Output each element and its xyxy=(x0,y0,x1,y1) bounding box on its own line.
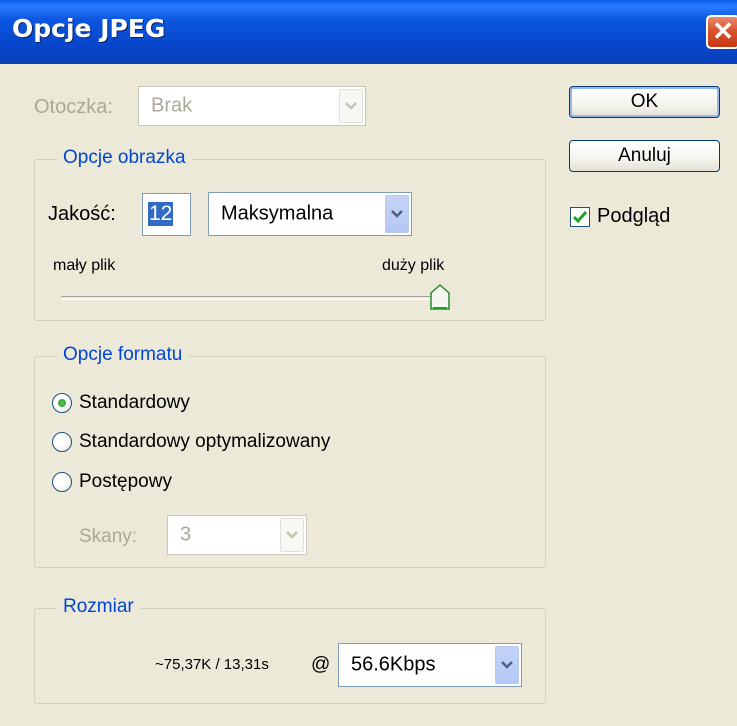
scans-label: Skany: xyxy=(79,526,138,547)
chevron-down-icon xyxy=(495,646,519,684)
image-options-title: Opcje obrazka xyxy=(57,147,192,169)
size-estimate: ~75,37K / 13,31s xyxy=(155,656,269,673)
quality-slider-track[interactable] xyxy=(61,296,446,300)
quality-label: Jakość: xyxy=(48,203,116,225)
matte-select[interactable]: Brak xyxy=(138,86,366,126)
matte-value: Brak xyxy=(151,94,193,117)
small-file-label: mały plik xyxy=(53,257,116,274)
chevron-down-icon xyxy=(385,195,409,233)
connection-speed-value: 56.6Kbps xyxy=(351,653,436,676)
close-button[interactable]: ✕ xyxy=(706,15,737,49)
chevron-down-icon xyxy=(280,518,304,552)
preview-checkbox[interactable] xyxy=(570,207,590,227)
radio-progressive[interactable] xyxy=(52,472,72,492)
size-title: Rozmiar xyxy=(57,596,140,618)
radio-standard[interactable] xyxy=(52,393,72,413)
connection-speed-select[interactable]: 56.6Kbps xyxy=(338,643,522,687)
radio-selected-dot xyxy=(58,399,66,407)
quality-slider-thumb[interactable] xyxy=(429,284,451,310)
radio-standard-label: Standardowy xyxy=(79,392,190,413)
title-bar[interactable]: Opcje JPEG ✕ xyxy=(0,0,737,64)
scans-select[interactable]: 3 xyxy=(167,515,307,555)
preview-label: Podgląd xyxy=(597,205,671,227)
matte-label: Otoczka: xyxy=(34,96,113,118)
quality-value: 12 xyxy=(148,202,174,226)
window-title: Opcje JPEG xyxy=(12,14,166,43)
quality-preset-select[interactable]: Maksymalna xyxy=(208,192,412,236)
close-icon: ✕ xyxy=(712,16,734,46)
radio-progressive-label: Postępowy xyxy=(79,471,172,492)
chevron-down-icon xyxy=(339,89,363,123)
checkmark-icon xyxy=(572,211,588,224)
radio-standard-optimized-label: Standardowy optymalizowany xyxy=(79,431,331,452)
cancel-button[interactable]: Anuluj xyxy=(569,140,720,172)
scans-value: 3 xyxy=(180,523,192,546)
format-options-title: Opcje formatu xyxy=(57,344,189,366)
ok-button[interactable]: OK xyxy=(569,86,720,118)
radio-standard-optimized[interactable] xyxy=(52,432,72,452)
at-sign: @ xyxy=(311,654,331,675)
quality-input[interactable]: 12 xyxy=(142,193,191,236)
large-file-label: duży plik xyxy=(382,257,445,274)
quality-preset-value: Maksymalna xyxy=(221,202,334,225)
